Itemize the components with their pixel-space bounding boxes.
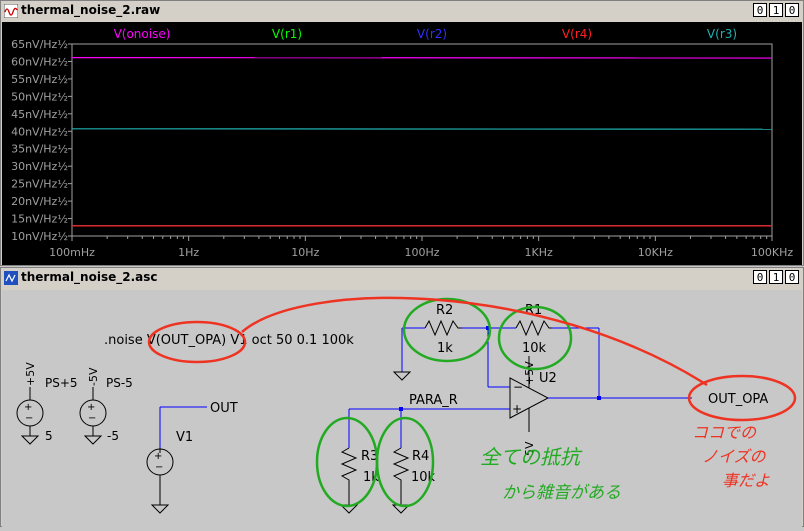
schematic-icon <box>4 271 18 285</box>
ps-neg-value: -5 <box>107 429 119 443</box>
y-tick-label: 50nV/Hz½ <box>11 90 68 103</box>
green-note-line2: から雑音がある <box>502 483 621 503</box>
ps-neg-top-label: -5V <box>87 367 100 386</box>
maximize-button[interactable]: 1 <box>769 270 783 284</box>
red-note-line3: 事だよ <box>722 471 770 490</box>
svg-text:+: + <box>24 402 32 413</box>
ps-pos-name: PS+5 <box>45 376 78 390</box>
noise-directive[interactable]: .noise V(OUT_OPA) V1 oct 50 0.1 100k <box>104 333 354 348</box>
minimize-button[interactable]: 0 <box>753 270 767 284</box>
x-tick-label: 10KHz <box>638 246 673 259</box>
legend-V(onoise): V(onoise) <box>114 27 171 41</box>
x-tick-label: 100mHz <box>49 246 95 259</box>
legend-V(r3): V(r3) <box>707 27 737 41</box>
plot-pane[interactable]: 65nV/Hz½ 60nV/Hz½ 55nV/Hz½ 50nV/Hz½ 45nV/Hz½… <box>2 22 802 265</box>
net-label-out-opa: OUT_OPA <box>708 392 768 407</box>
svg-text:−: − <box>155 462 163 473</box>
resistor-r1[interactable]: R1 10k <box>488 303 599 356</box>
r1-value: 10k <box>522 341 547 356</box>
y-tick-label: 60nV/Hz½ <box>11 55 68 68</box>
svg-text:+: + <box>154 451 162 462</box>
y-tick-label: 55nV/Hz½ <box>11 73 68 86</box>
svg-text:+: + <box>512 402 522 416</box>
svg-text:−: − <box>513 380 523 394</box>
r2-name: R2 <box>436 303 453 318</box>
svg-text:−: − <box>88 413 96 424</box>
u2-vplus: +5V <box>523 361 536 385</box>
maximize-button[interactable]: 1 <box>769 3 783 17</box>
x-tick-label: 100KHz <box>751 246 793 259</box>
close-button[interactable]: 0 <box>785 270 799 284</box>
schematic-title: thermal_noise_2.asc <box>21 270 158 284</box>
y-tick-label: 15nV/Hz½ <box>11 213 68 226</box>
red-annotations <box>149 298 795 420</box>
schematic-titlebar[interactable]: thermal_noise_2.asc 0 1 0 <box>1 268 803 288</box>
ground-symbol <box>394 372 410 380</box>
y-tick-label: 65nV/Hz½ <box>11 38 68 51</box>
legend-V(r4): V(r4) <box>562 27 592 41</box>
svg-text:+: + <box>87 402 95 413</box>
x-tick-label: 1Hz <box>178 246 199 259</box>
u2-name: U2 <box>539 371 557 386</box>
red-note-line2: ノイズの <box>702 447 767 466</box>
ps-neg-name: PS-5 <box>106 376 133 390</box>
power-supply-pos[interactable]: + − +5V PS+5 5 <box>17 362 78 444</box>
waveform-icon <box>4 4 18 18</box>
plot-frame <box>72 44 772 236</box>
waveform-title: thermal_noise_2.raw <box>21 3 160 17</box>
minimize-button[interactable]: 0 <box>753 3 767 17</box>
x-tick-label: 1KHz <box>525 246 553 259</box>
ps-pos-value: 5 <box>45 429 53 443</box>
noise-chart[interactable]: 65nV/Hz½ 60nV/Hz½ 55nV/Hz½ 50nV/Hz½ 45nV/Hz½… <box>2 22 802 265</box>
y-tick-label: 40nV/Hz½ <box>11 125 68 138</box>
close-button[interactable]: 0 <box>785 3 799 17</box>
y-tick-label: 30nV/Hz½ <box>11 160 68 173</box>
waveform-window[interactable]: thermal_noise_2.raw 0 1 0 65nV/Hz½ 60nV/H… <box>0 0 804 266</box>
power-supply-neg[interactable]: + − -5V PS-5 -5 <box>80 367 133 444</box>
source-v1[interactable]: + − V1 <box>147 407 207 513</box>
y-tick-label: 25nV/Hz½ <box>11 178 68 191</box>
net-label-para-r: PARA_R <box>409 393 458 408</box>
legend-V(r1): V(r1) <box>272 27 302 41</box>
red-note-line1: ココでの <box>692 423 757 442</box>
schematic-canvas[interactable]: .noise V(OUT_OPA) V1 oct 50 0.1 100k + −… <box>2 290 802 527</box>
y-tick-label: 35nV/Hz½ <box>11 143 68 156</box>
waveform-titlebar[interactable]: thermal_noise_2.raw 0 1 0 <box>1 1 803 21</box>
schematic-drawing[interactable]: .noise V(OUT_OPA) V1 oct 50 0.1 100k + −… <box>2 290 802 527</box>
v1-label: V1 <box>176 430 193 445</box>
y-tick-label: 10nV/Hz½ <box>11 230 68 243</box>
y-tick-label: 45nV/Hz½ <box>11 108 68 121</box>
y-tick-label: 20nV/Hz½ <box>11 195 68 208</box>
net-label-out: OUT <box>210 401 238 416</box>
ps-pos-top-label: +5V <box>24 362 37 386</box>
r4-name: R4 <box>412 449 429 464</box>
x-tick-label: 100Hz <box>404 246 439 259</box>
schematic-window[interactable]: thermal_noise_2.asc 0 1 0 .noise V(OUT_O… <box>0 267 804 527</box>
x-tick-label: 10Hz <box>291 246 319 259</box>
r2-value: 1k <box>437 341 453 356</box>
svg-text:−: − <box>25 413 33 424</box>
legend-V(r2): V(r2) <box>417 27 447 41</box>
green-note-line1: 全ての抵抗 <box>480 445 583 469</box>
